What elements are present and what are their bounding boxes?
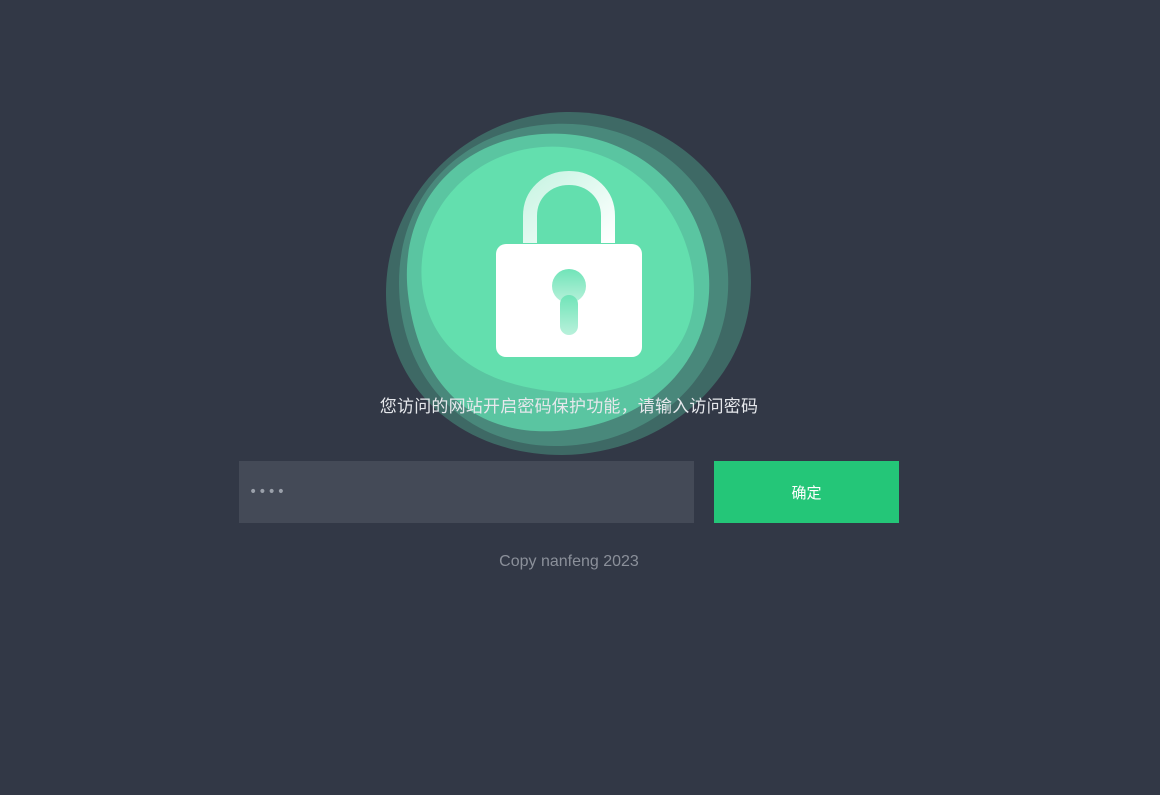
copyright-text: Copy nanfeng 2023 [499,553,639,570]
password-protection-page: 您访问的网站开启密码保护功能，请输入访问密码 确定 Copy nanfeng 2… [0,0,1160,795]
password-prompt-message: 您访问的网站开启密码保护功能，请输入访问密码 [379,397,759,417]
confirm-button[interactable]: 确定 [714,461,899,523]
password-input[interactable] [239,461,694,523]
